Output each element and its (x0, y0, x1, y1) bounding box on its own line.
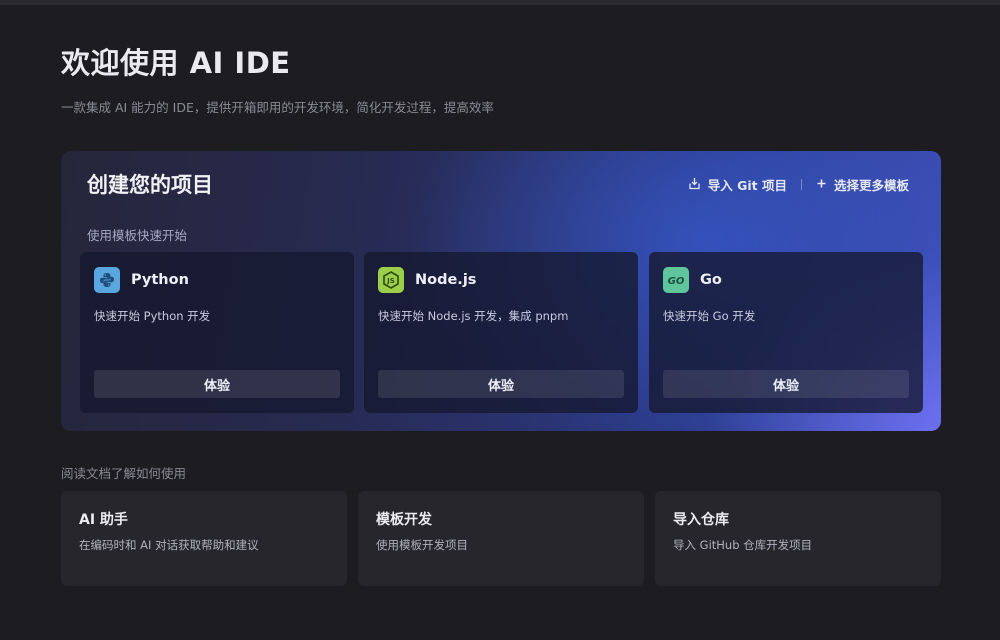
python-icon (94, 267, 120, 293)
doc-title: 模板开发 (376, 512, 432, 528)
import-icon (688, 177, 701, 193)
doc-card-template-dev[interactable]: 模板开发 使用模板开发项目 (358, 491, 644, 586)
create-project-actions: 导入 Git 项目 选择更多模板 (688, 175, 909, 194)
docs-section-label: 阅读文档了解如何使用 (61, 466, 187, 481)
template-name: Python (131, 272, 189, 288)
action-divider (800, 179, 802, 190)
doc-description: 使用模板开发项目 (376, 538, 468, 552)
try-python-button[interactable]: 体验 (94, 370, 340, 398)
create-project-title: 创建您的项目 (87, 173, 213, 197)
template-description: 快速开始 Go 开发 (663, 309, 756, 323)
more-templates-label: 选择更多模板 (833, 178, 909, 193)
nodejs-icon: JS (378, 267, 404, 293)
template-name: Go (700, 272, 722, 288)
doc-title: 导入仓库 (673, 512, 729, 528)
try-go-button[interactable]: 体验 (663, 370, 909, 398)
import-git-label: 导入 Git 项目 (707, 178, 787, 193)
more-templates-button[interactable]: 选择更多模板 (816, 175, 909, 194)
try-nodejs-button[interactable]: 体验 (378, 370, 624, 398)
import-git-button[interactable]: 导入 Git 项目 (688, 175, 787, 194)
template-card-header: JS Node.js (378, 267, 476, 293)
svg-text:JS: JS (386, 277, 395, 285)
page-subtitle: 一款集成 AI 能力的 IDE，提供开箱即用的开发环境，简化开发过程，提高效率 (61, 100, 494, 115)
svg-text:GO: GO (668, 276, 685, 287)
doc-title: AI 助手 (79, 512, 128, 528)
go-icon: GO (663, 267, 689, 293)
doc-description: 导入 GitHub 仓库开发项目 (673, 538, 813, 552)
page-title: 欢迎使用 AI IDE (61, 46, 291, 80)
template-card-header: Python (94, 267, 189, 293)
template-description: 快速开始 Python 开发 (94, 309, 211, 323)
create-project-panel: 创建您的项目 导入 Git 项目 选择更多模板 使用模板快速开始 Python … (61, 151, 941, 431)
doc-card-import-repo[interactable]: 导入仓库 导入 GitHub 仓库开发项目 (655, 491, 941, 586)
welcome-page: 欢迎使用 AI IDE 一款集成 AI 能力的 IDE，提供开箱即用的开发环境，… (0, 0, 1000, 640)
template-card-go[interactable]: GO Go 快速开始 Go 开发 体验 (649, 252, 923, 413)
template-name: Node.js (415, 272, 477, 288)
template-card-nodejs[interactable]: JS Node.js 快速开始 Node.js 开发，集成 pnpm 体验 (364, 252, 638, 413)
doc-description: 在编码时和 AI 对话获取帮助和建议 (79, 538, 259, 552)
templates-section-label: 使用模板快速开始 (87, 228, 188, 243)
template-description: 快速开始 Node.js 开发，集成 pnpm (378, 309, 569, 323)
template-card-python[interactable]: Python 快速开始 Python 开发 体验 (80, 252, 354, 413)
template-card-header: GO Go (663, 267, 722, 293)
doc-card-ai-assistant[interactable]: AI 助手 在编码时和 AI 对话获取帮助和建议 (61, 491, 347, 586)
plus-icon (816, 177, 827, 192)
